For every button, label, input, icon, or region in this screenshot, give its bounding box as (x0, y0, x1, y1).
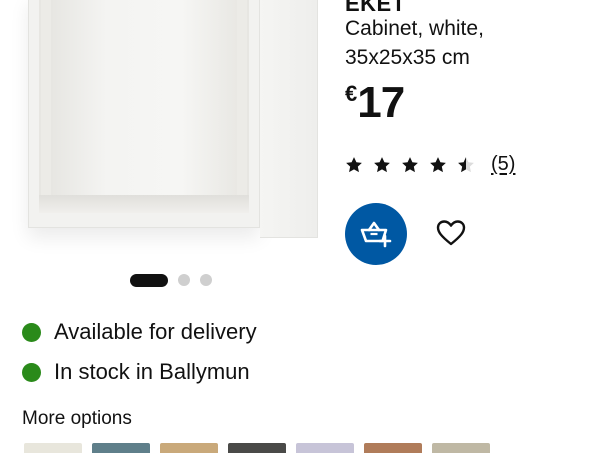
carousel-dots (130, 273, 212, 287)
color-swatch[interactable] (160, 443, 218, 453)
store-status-text[interactable]: In stock in Ballymun (54, 359, 250, 385)
status-dot-icon (22, 362, 41, 382)
product-description: Cabinet, white, 35x25x35 cm (345, 14, 585, 72)
price-currency: € (345, 81, 358, 106)
cabinet-interior (39, 0, 249, 213)
review-count-link[interactable]: (5) (491, 153, 515, 176)
product-description-line: Cabinet, white, (345, 17, 484, 40)
favourite-button[interactable] (436, 218, 466, 248)
color-swatch[interactable] (228, 443, 286, 453)
carousel-dot[interactable] (178, 274, 190, 286)
price-amount: 17 (357, 78, 405, 127)
add-to-cart-button[interactable] (345, 203, 407, 265)
product-price: € 17 (345, 78, 405, 127)
status-dot-icon (22, 322, 41, 342)
cabinet-bottom-panel (39, 195, 249, 213)
color-options (24, 443, 490, 453)
cabinet-front (28, 0, 260, 228)
color-swatch[interactable] (364, 443, 422, 453)
product-rating[interactable]: (5) (345, 153, 515, 176)
star-half-icon (458, 156, 474, 172)
carousel-dot-active[interactable] (130, 273, 168, 287)
delivery-status-text: Available for delivery (54, 319, 257, 344)
star-full-icon (374, 156, 390, 172)
color-swatch[interactable] (24, 443, 82, 453)
color-swatch[interactable] (432, 443, 490, 453)
store-availability: In stock in Ballymun (22, 352, 250, 392)
heart-icon (436, 220, 466, 246)
more-options-title: More options (22, 408, 132, 429)
color-swatch[interactable] (92, 443, 150, 453)
star-full-icon (402, 156, 418, 172)
carousel-dot[interactable] (200, 274, 212, 286)
color-swatch[interactable] (296, 443, 354, 453)
cabinet-side (260, 0, 318, 238)
delivery-availability: Available for delivery (22, 312, 257, 352)
product-image[interactable] (0, 0, 330, 262)
product-dimensions: 35x25x35 cm (345, 46, 470, 69)
star-full-icon (346, 156, 362, 172)
cabinet-back-panel (51, 0, 237, 199)
star-full-icon (430, 156, 446, 172)
add-to-cart-icon (360, 221, 392, 248)
